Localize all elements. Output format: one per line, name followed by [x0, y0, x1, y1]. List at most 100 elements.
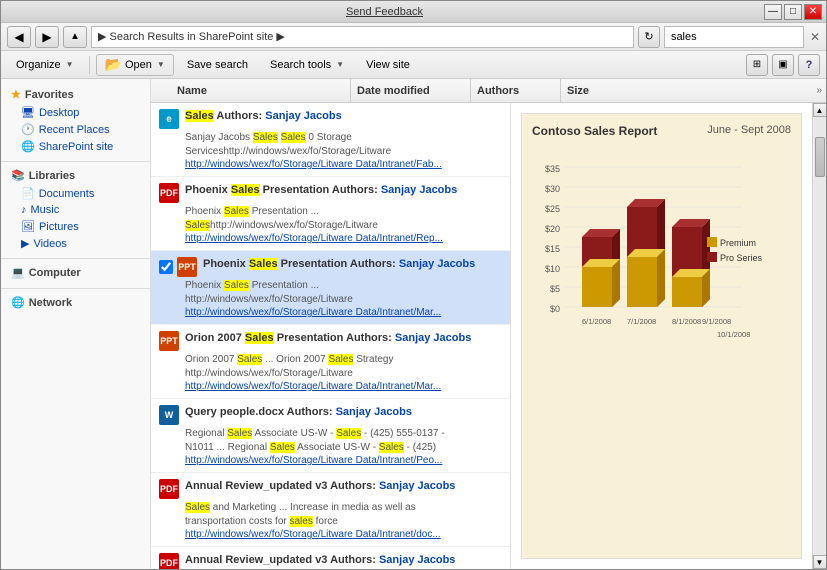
up-button[interactable]: ▲ — [63, 26, 87, 48]
maximize-button[interactable]: □ — [784, 4, 802, 20]
libraries-header: 📚 Libraries — [1, 166, 150, 185]
result-url[interactable]: http://windows/wex/fo/Storage/Litware Da… — [185, 233, 502, 244]
result-checkbox[interactable] — [159, 260, 173, 274]
col-size-header[interactable]: Size — [561, 79, 621, 102]
search-tools-dropdown-icon: ▼ — [336, 60, 344, 69]
result-url[interactable]: http://windows/wex/fo/Storage/Litware Da… — [185, 307, 502, 318]
result-meta: Orion 2007 Sales ... Orion 2007 Sales St… — [185, 353, 502, 367]
sidebar-item-recent[interactable]: 🕐 Recent Places — [1, 121, 150, 138]
list-item[interactable]: W Query people.docx Authors: Sanjay Jaco… — [151, 399, 510, 473]
sharepoint-label: SharePoint site — [39, 141, 114, 153]
open-button[interactable]: 📂 Open ▼ — [96, 54, 174, 76]
documents-icon: 📄 — [21, 187, 35, 200]
network-header[interactable]: 🌐 Network — [1, 293, 150, 312]
result-title: Annual Review_updated v3 Authors: Sanjay… — [185, 479, 455, 494]
list-item[interactable]: e Sales Authors: Sanjay Jacobs Sanjay Ja… — [151, 103, 510, 177]
list-item[interactable]: PPT Orion 2007 Sales Presentation Author… — [151, 325, 510, 399]
scroll-up-button[interactable]: ▲ — [813, 103, 827, 117]
col-expand-button[interactable]: » — [812, 85, 826, 96]
address-path[interactable]: ▶ Search Results in SharePoint site ▶ — [91, 26, 634, 48]
ie-icon: e — [159, 109, 179, 129]
sidebar-item-music[interactable]: ♪ Music — [1, 202, 150, 218]
minimize-button[interactable]: — — [764, 4, 782, 20]
toolbar-right: ⊞ ▣ ? — [746, 54, 820, 76]
toolbar: Organize ▼ 📂 Open ▼ Save search Search t… — [1, 51, 826, 79]
result-url[interactable]: http://windows/wex/fo/Storage/Litware Da… — [185, 159, 502, 170]
computer-section: 💻 Computer — [1, 263, 150, 282]
network-icon: 🌐 — [11, 296, 25, 309]
organize-button[interactable]: Organize ▼ — [7, 54, 83, 76]
open-dropdown-icon: ▼ — [157, 60, 165, 69]
result-author[interactable]: Sanjay Jacobs — [379, 480, 455, 492]
refresh-button[interactable]: ↻ — [638, 26, 660, 48]
result-meta: Sanjay Jacobs Sales Sales 0 Storage — [185, 131, 502, 145]
favorites-section: ★ Favorites 🖥 Desktop 🕐 Recent Places 🌐 … — [1, 85, 150, 155]
sidebar-item-documents[interactable]: 📄 Documents — [1, 185, 150, 202]
result-header: W Query people.docx Authors: Sanjay Jaco… — [159, 405, 502, 425]
list-item[interactable]: PDF Annual Review_updated v3 Authors: Sa… — [151, 473, 510, 547]
computer-header[interactable]: 💻 Computer — [1, 263, 150, 282]
network-label: Network — [29, 297, 72, 309]
result-header: PDF Phoenix Sales Presentation Authors: … — [159, 183, 502, 203]
list-item[interactable]: PDF Annual Review_updated v3 Authors: Sa… — [151, 547, 510, 569]
close-button[interactable]: ✕ — [804, 4, 822, 20]
svg-text:$30: $30 — [545, 184, 560, 194]
sidebar-item-desktop[interactable]: 🖥 Desktop — [1, 104, 150, 121]
network-section: 🌐 Network — [1, 293, 150, 312]
star-icon: ★ — [11, 88, 21, 101]
view-pane-button[interactable]: ▣ — [772, 54, 794, 76]
col-date-header[interactable]: Date modified — [351, 79, 471, 102]
help-button[interactable]: ? — [798, 54, 820, 76]
computer-icon: 💻 — [11, 266, 25, 279]
videos-icon: ▶ — [21, 237, 29, 250]
view-options-button[interactable]: ⊞ — [746, 54, 768, 76]
sidebar-item-pictures[interactable]: 🖼 Pictures — [1, 218, 150, 235]
result-author[interactable]: Sanjay Jacobs — [395, 332, 471, 344]
col-authors-header[interactable]: Authors — [471, 79, 561, 102]
result-author[interactable]: Sanjay Jacobs — [381, 184, 457, 196]
result-header: PDF Annual Review_updated v3 Authors: Sa… — [159, 479, 502, 499]
result-url[interactable]: http://windows/wex/fo/Storage/Litware Da… — [185, 455, 502, 466]
results-list: e Sales Authors: Sanjay Jacobs Sanjay Ja… — [151, 103, 511, 569]
scroll-down-button[interactable]: ▼ — [813, 555, 827, 569]
search-input[interactable] — [664, 26, 804, 48]
sidebar: ★ Favorites 🖥 Desktop 🕐 Recent Places 🌐 … — [1, 79, 151, 569]
sidebar-item-videos[interactable]: ▶ Videos — [1, 235, 150, 252]
result-url[interactable]: http://windows/wex/fo/Storage/Litware Da… — [185, 381, 502, 392]
result-meta: Regional Sales Associate US-W - Sales - … — [185, 427, 502, 441]
pdf-icon: PDF — [159, 479, 179, 499]
search-tools-button[interactable]: Search tools ▼ — [261, 54, 353, 76]
sidebar-item-sharepoint[interactable]: 🌐 SharePoint site — [1, 138, 150, 155]
result-header: PDF Annual Review_updated v3 Authors: Sa… — [159, 553, 502, 569]
pdf-icon: PDF — [159, 183, 179, 203]
list-item[interactable]: PPT Phoenix Sales Presentation Authors: … — [151, 251, 510, 325]
send-feedback-link[interactable]: Send Feedback — [346, 6, 423, 18]
col-name-header[interactable]: Name — [171, 79, 351, 102]
result-meta-2: http://windows/wex/fo/Storage/Litware — [185, 293, 502, 307]
preview-panel: Contoso Sales Report June - Sept 2008 $3… — [511, 103, 812, 569]
result-url[interactable]: http://windows/wex/fo/Storage/Litware Da… — [185, 529, 502, 540]
results-scrollbar[interactable]: ▲ ▼ — [812, 103, 826, 569]
scroll-thumb[interactable] — [815, 137, 825, 177]
result-title: Orion 2007 Sales Presentation Authors: S… — [185, 331, 471, 346]
result-author[interactable]: Sanjay Jacobs — [336, 406, 412, 418]
scroll-track[interactable] — [814, 117, 826, 555]
back-button[interactable]: ◀ — [7, 26, 31, 48]
list-item[interactable]: PDF Phoenix Sales Presentation Authors: … — [151, 177, 510, 251]
save-search-button[interactable]: Save search — [178, 54, 257, 76]
results-container: e Sales Authors: Sanjay Jacobs Sanjay Ja… — [151, 103, 826, 569]
svg-text:$20: $20 — [545, 224, 560, 234]
svg-text:10/1/2008: 10/1/2008 — [717, 330, 750, 339]
pictures-label: Pictures — [39, 221, 79, 233]
recent-label: Recent Places — [39, 124, 110, 136]
result-author[interactable]: Sanjay Jacobs — [399, 258, 475, 270]
result-author[interactable]: Sanjay Jacobs — [379, 554, 455, 566]
result-author[interactable]: Sanjay Jacobs — [265, 110, 341, 122]
forward-button[interactable]: ▶ — [35, 26, 59, 48]
main-window: Send Feedback — □ ✕ ◀ ▶ ▲ ▶ Search Resul… — [0, 0, 827, 570]
recent-icon: 🕐 — [21, 123, 35, 136]
search-clear-icon[interactable]: ✕ — [810, 30, 820, 44]
view-site-button[interactable]: View site — [357, 54, 419, 76]
libraries-section: 📚 Libraries 📄 Documents ♪ Music 🖼 Pictur… — [1, 166, 150, 252]
chart-visualization: $35 $30 $25 $20 $15 $10 $5 $0 — [532, 152, 762, 352]
